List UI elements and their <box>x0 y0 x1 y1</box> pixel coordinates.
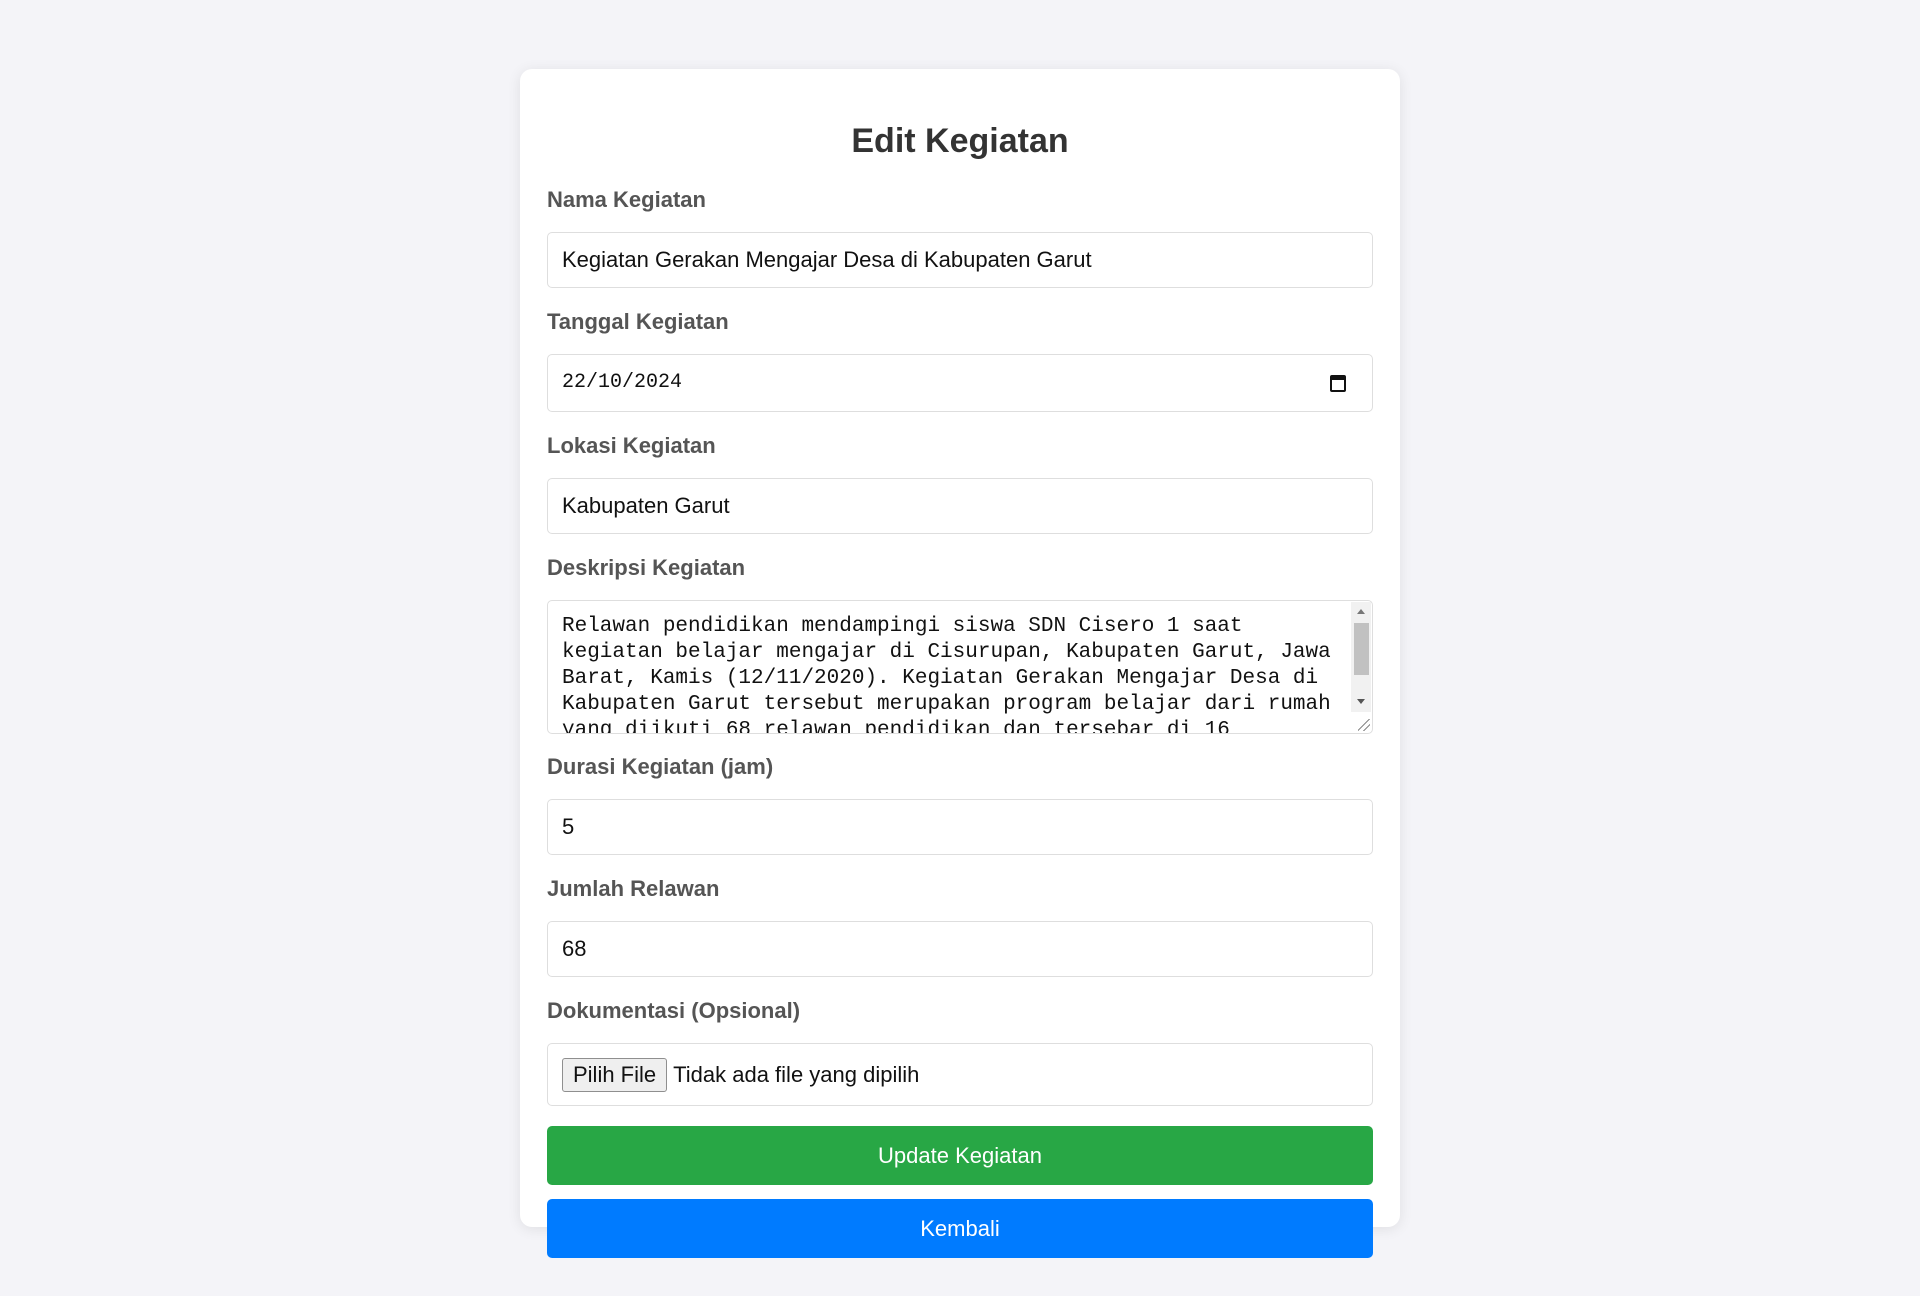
dokumentasi-file-input: Pilih File Tidak ada file yang dipilih <box>547 1043 1373 1106</box>
nama-value: Kegiatan Gerakan Mengajar Desa di Kabupa… <box>562 247 1092 272</box>
jumlah-label: Jumlah Relawan <box>547 876 720 901</box>
jumlah-value: 68 <box>562 936 587 961</box>
dokumentasi-label: Dokumentasi (Opsional) <box>547 998 801 1023</box>
nama-field: Nama Kegiatan Kegiatan Gerakan Mengajar … <box>547 187 1373 288</box>
tanggal-value: 22/10/2024 <box>562 371 683 394</box>
update-button[interactable]: Update Kegiatan <box>547 1126 1373 1185</box>
edit-form-card: Edit Kegiatan Nama Kegiatan Kegiatan Ger… <box>520 69 1400 1258</box>
choose-file-button[interactable]: Pilih File <box>562 1057 668 1092</box>
lokasi-field: Lokasi Kegiatan Kabupaten Garut <box>547 433 1373 534</box>
tanggal-input[interactable]: 22/10/2024 <box>547 354 1373 412</box>
deskripsi-value: Relawan pendidikan mendampingi siswa SDN… <box>562 615 1331 734</box>
jumlah-field: Jumlah Relawan 68 <box>547 876 1373 977</box>
durasi-input[interactable]: 5 <box>547 799 1373 855</box>
lokasi-input[interactable]: Kabupaten Garut <box>547 478 1373 534</box>
resize-handle-icon[interactable] <box>1358 719 1370 731</box>
calendar-icon[interactable] <box>1330 374 1346 392</box>
nama-input[interactable]: Kegiatan Gerakan Mengajar Desa di Kabupa… <box>547 232 1373 288</box>
deskripsi-field: Deskripsi Kegiatan Relawan pendidikan me… <box>547 555 1373 734</box>
nama-label: Nama Kegiatan <box>547 187 706 212</box>
scroll-down-arrow-icon[interactable] <box>1357 699 1365 704</box>
durasi-label: Durasi Kegiatan (jam) <box>547 754 774 779</box>
lokasi-label: Lokasi Kegiatan <box>547 433 716 458</box>
tanggal-field: Tanggal Kegiatan 22/10/2024 <box>547 309 1373 412</box>
scrollbar-thumb[interactable] <box>1354 623 1369 675</box>
lokasi-value: Kabupaten Garut <box>562 493 730 518</box>
jumlah-input[interactable]: 68 <box>547 921 1373 977</box>
deskripsi-scrollbar[interactable] <box>1351 602 1371 712</box>
deskripsi-textarea[interactable]: Relawan pendidikan mendampingi siswa SDN… <box>547 600 1373 734</box>
scroll-up-arrow-icon[interactable] <box>1357 609 1365 614</box>
deskripsi-label: Deskripsi Kegiatan <box>547 555 746 580</box>
durasi-value: 5 <box>562 814 575 839</box>
durasi-field: Durasi Kegiatan (jam) 5 <box>547 754 1373 855</box>
back-button[interactable]: Kembali <box>547 1199 1373 1258</box>
tanggal-label: Tanggal Kegiatan <box>547 309 729 334</box>
page-title: Edit Kegiatan <box>851 122 1069 160</box>
dokumentasi-field: Dokumentasi (Opsional) Pilih File Tidak … <box>547 998 1373 1106</box>
file-status-text: Tidak ada file yang dipilih <box>673 1061 920 1087</box>
